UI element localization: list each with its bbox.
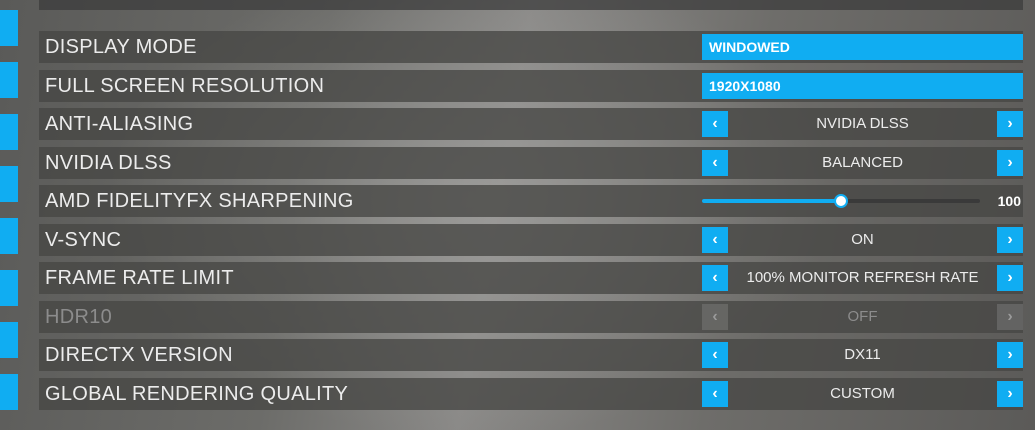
resolution-dropdown[interactable]: 1920X1080 (702, 72, 1023, 99)
chevron-right-icon: › (1007, 346, 1013, 363)
side-tab[interactable] (0, 374, 18, 410)
section-header-bar (39, 0, 1023, 10)
left-side-strip (0, 0, 18, 430)
setting-row-amd-fidelityfx-sharpening: AMD FIDELITYFX SHARPENING 100 (39, 185, 1023, 217)
setting-label: GLOBAL RENDERING QUALITY (45, 382, 349, 405)
v-sync-stepper: ‹ ON › (702, 226, 1023, 253)
setting-label: FRAME RATE LIMIT (45, 267, 234, 289)
setting-label: DISPLAY MODE (45, 36, 197, 58)
stepper-value: ON (851, 230, 874, 248)
chevron-left-icon: ‹ (712, 153, 718, 171)
chevron-right-icon: › (1007, 115, 1013, 132)
next-option-button[interactable]: › (997, 380, 1023, 407)
hdr10-stepper: ‹ OFF › (702, 303, 1023, 330)
setting-row-display-mode: DISPLAY MODE WINDOWED (39, 31, 1023, 63)
chevron-left-icon: ‹ (712, 384, 718, 402)
previous-option-button[interactable]: ‹ (702, 149, 728, 176)
setting-label: FULL SCREEN RESOLUTION (45, 74, 325, 97)
side-tab[interactable] (0, 166, 18, 202)
chevron-right-icon: › (1007, 384, 1013, 402)
dlss-stepper: ‹ BALANCED › (702, 149, 1023, 176)
previous-option-button[interactable]: ‹ (702, 342, 728, 368)
next-option-button[interactable]: › (997, 111, 1023, 137)
resolution-control: 1920X1080 (702, 72, 1023, 99)
chevron-right-icon: › (1007, 153, 1013, 171)
next-option-button: › (997, 303, 1023, 330)
global-rendering-quality-stepper: ‹ CUSTOM › (702, 380, 1023, 407)
setting-label: V-SYNC (45, 228, 122, 251)
chevron-right-icon: › (1007, 230, 1013, 248)
setting-row-directx-version: DIRECTX VERSION ‹ DX11 › (39, 339, 1023, 371)
setting-label: HDR10 (45, 305, 113, 328)
setting-row-anti-aliasing: ANTI-ALIASING ‹ NVIDIA DLSS › (39, 108, 1023, 140)
stepper-value: 100% MONITOR REFRESH RATE (746, 269, 979, 286)
setting-row-nvidia-dlss: NVIDIA DLSS ‹ BALANCED › (39, 146, 1023, 179)
chevron-left-icon: ‹ (712, 269, 718, 286)
stepper-value: OFF (847, 307, 878, 325)
side-tab[interactable] (0, 270, 18, 306)
setting-row-full-screen-resolution: FULL SCREEN RESOLUTION 1920X1080 (39, 69, 1023, 102)
directx-version-stepper: ‹ DX11 › (702, 342, 1023, 368)
slider-fill (702, 199, 841, 203)
chevron-right-icon: › (1007, 269, 1013, 286)
setting-row-hdr10: HDR10 ‹ OFF › (39, 300, 1023, 333)
stepper-value: DX11 (844, 346, 881, 363)
chevron-left-icon: ‹ (712, 307, 718, 325)
graphics-settings-list: DISPLAY MODE WINDOWED FULL SCREEN RESOLU… (39, 31, 1023, 416)
side-tab[interactable] (0, 218, 18, 254)
stepper-value: CUSTOM (830, 384, 895, 402)
next-option-button[interactable]: › (997, 342, 1023, 368)
frame-rate-limit-stepper: ‹ 100% MONITOR REFRESH RATE › (702, 265, 1023, 291)
previous-option-button[interactable]: ‹ (702, 265, 728, 291)
next-option-button[interactable]: › (997, 149, 1023, 176)
next-option-button[interactable]: › (997, 226, 1023, 253)
setting-label: ANTI-ALIASING (45, 113, 194, 135)
stepper-value: NVIDIA DLSS (816, 115, 909, 132)
side-tab[interactable] (0, 322, 18, 358)
stepper-value: BALANCED (822, 153, 903, 171)
previous-option-button[interactable]: ‹ (702, 380, 728, 407)
side-tab[interactable] (0, 114, 18, 150)
side-tab[interactable] (0, 62, 18, 98)
display-mode-dropdown[interactable]: WINDOWED (702, 34, 1023, 60)
slider-track[interactable] (702, 194, 980, 208)
setting-label: NVIDIA DLSS (45, 151, 172, 174)
slider-thumb[interactable] (834, 194, 848, 208)
setting-label: AMD FIDELITYFX SHARPENING (45, 190, 354, 212)
chevron-left-icon: ‹ (712, 346, 718, 363)
chevron-right-icon: › (1007, 307, 1013, 325)
previous-option-button: ‹ (702, 303, 728, 330)
previous-option-button[interactable]: ‹ (702, 226, 728, 253)
chevron-left-icon: ‹ (712, 230, 718, 248)
chevron-left-icon: ‹ (712, 115, 718, 132)
previous-option-button[interactable]: ‹ (702, 111, 728, 137)
sharpening-slider-control: 100 (702, 188, 1023, 214)
setting-row-frame-rate-limit: FRAME RATE LIMIT ‹ 100% MONITOR REFRESH … (39, 262, 1023, 294)
setting-row-v-sync: V-SYNC ‹ ON › (39, 223, 1023, 256)
setting-label: DIRECTX VERSION (45, 344, 233, 366)
slider-value: 100 (997, 193, 1021, 209)
setting-row-global-rendering-quality: GLOBAL RENDERING QUALITY ‹ CUSTOM › (39, 377, 1023, 410)
anti-aliasing-stepper: ‹ NVIDIA DLSS › (702, 111, 1023, 137)
display-mode-control: WINDOWED (702, 34, 1023, 60)
side-tab[interactable] (0, 10, 18, 46)
next-option-button[interactable]: › (997, 265, 1023, 291)
